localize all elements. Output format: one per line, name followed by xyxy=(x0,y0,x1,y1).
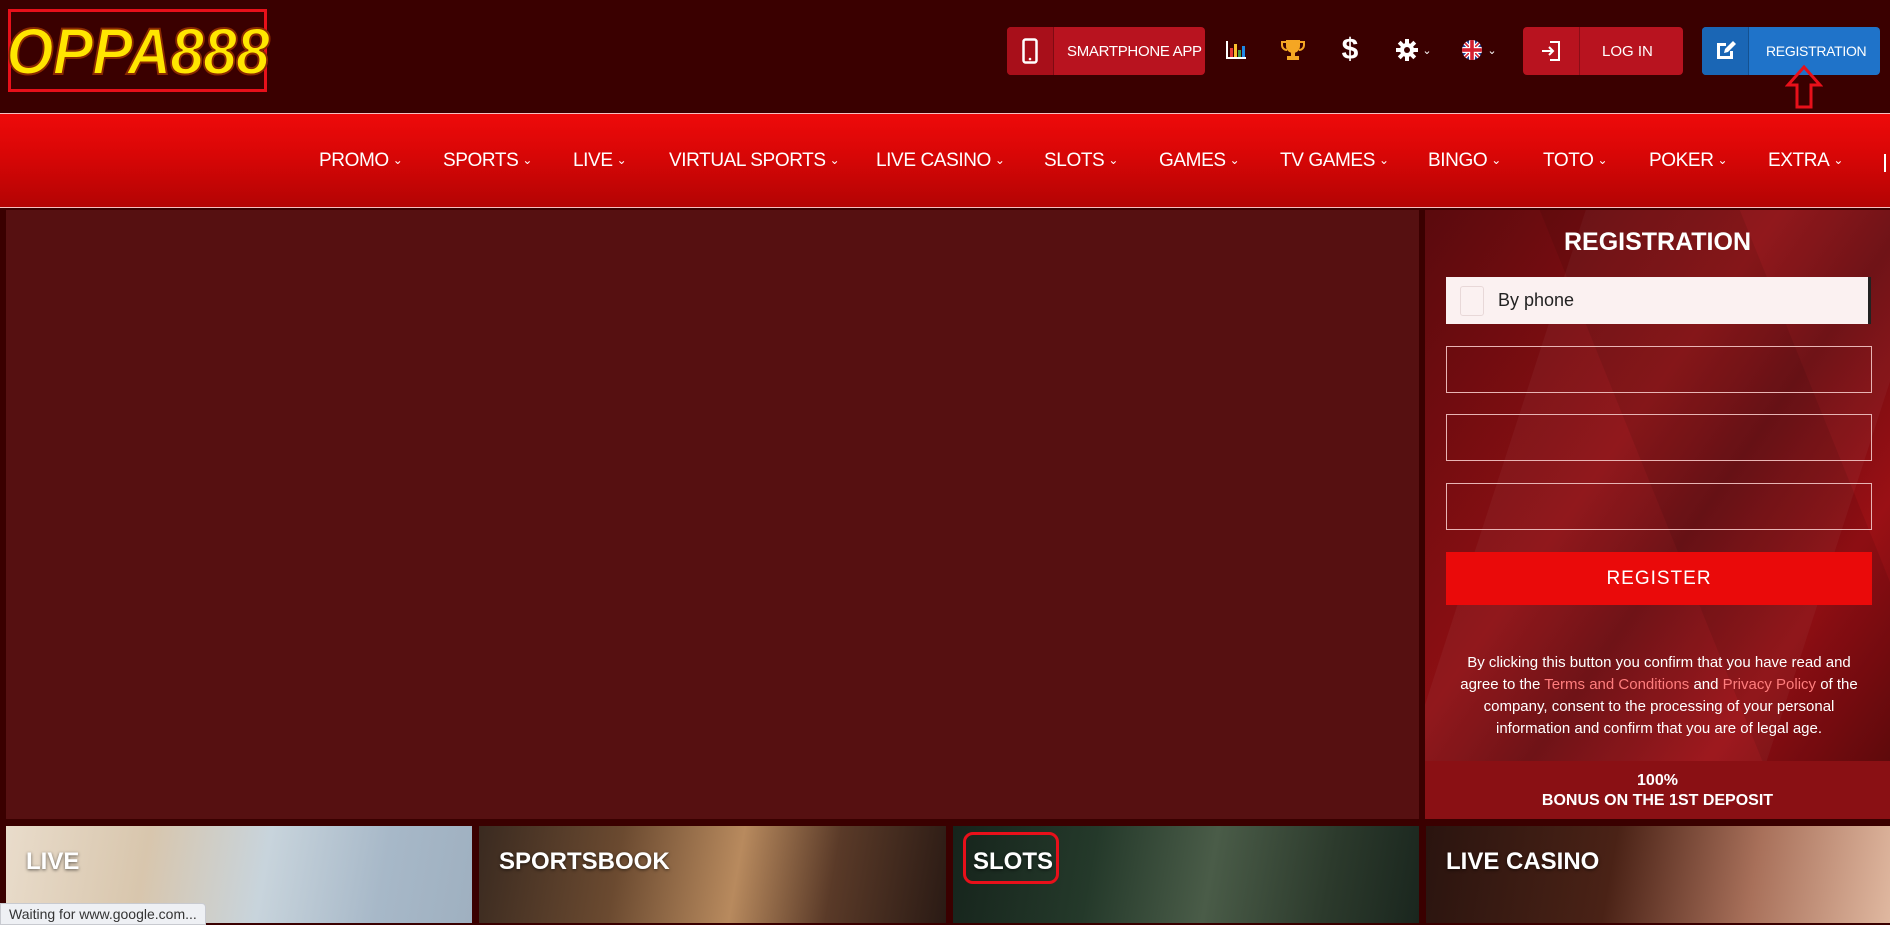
chevron-down-icon: ⌄ xyxy=(616,153,627,167)
up-arrow-annotation-icon xyxy=(1785,64,1823,109)
login-button[interactable]: LOG IN xyxy=(1523,27,1683,75)
registration-field-1[interactable] xyxy=(1446,346,1872,393)
login-label: LOG IN xyxy=(1602,42,1653,60)
nav-item-live-casino[interactable]: LIVE CASINO ⌄ xyxy=(876,150,1005,172)
slots-highlight-annotation xyxy=(963,832,1059,884)
chevron-down-icon: ⌄ xyxy=(829,153,840,167)
trophy-icon[interactable] xyxy=(1273,32,1313,68)
hero-banner xyxy=(6,210,1419,819)
site-header: OPPA888 SMARTPHONE APP $ ⌄ ⌄ LOG IN REGI… xyxy=(0,0,1890,113)
registration-method-value: By phone xyxy=(1498,290,1575,310)
chevron-down-icon: ⌄ xyxy=(392,153,403,167)
registration-method-select[interactable]: By phone xyxy=(1446,277,1871,324)
registration-label: REGISTRATION xyxy=(1766,43,1867,59)
registration-terms: By clicking this button you confirm that… xyxy=(1460,654,1858,737)
registration-title: REGISTRATION xyxy=(1563,228,1752,256)
nav-item-sports[interactable]: SPORTS ⌄ xyxy=(443,150,532,172)
smartphone-app-button[interactable]: SMARTPHONE APP xyxy=(1007,27,1205,75)
site-logo[interactable]: OPPA888 xyxy=(5,9,271,92)
registration-field-2[interactable] xyxy=(1446,414,1872,461)
language-flag-icon[interactable]: ⌄ xyxy=(1453,32,1505,68)
nav-item-games[interactable]: GAMES ⌄ xyxy=(1159,150,1240,172)
deposit-bonus-banner[interactable]: 100% BONUS ON THE 1ST DEPOSIT xyxy=(1425,761,1890,819)
privacy-policy-link[interactable]: Privacy Policy xyxy=(1723,676,1816,693)
nav-item-slots[interactable]: SLOTS ⌄ xyxy=(1044,150,1118,172)
chevron-down-icon: ⌄ xyxy=(522,153,533,167)
nav-item-extra[interactable]: EXTRA ⌄ xyxy=(1768,150,1843,172)
bonus-description: BONUS ON THE 1ST DEPOSIT xyxy=(1541,792,1774,809)
chevron-down-icon: ⌄ xyxy=(1378,153,1389,167)
chevron-down-icon: ⌄ xyxy=(994,153,1005,167)
registration-field-3[interactable] xyxy=(1446,483,1872,530)
chevron-down-icon: ⌄ xyxy=(1491,153,1501,167)
terms-and-conditions-link[interactable]: Terms and Conditions xyxy=(1544,676,1689,693)
chevron-down-icon: ⌄ xyxy=(1717,153,1728,167)
registration-panel: REGISTRATION By phone REGISTER By clicki… xyxy=(1425,210,1890,819)
tile-label: SPORTSBOOK xyxy=(499,848,670,875)
statistics-icon[interactable] xyxy=(1216,32,1256,68)
nav-item-poker[interactable]: POKER ⌄ xyxy=(1649,150,1728,172)
login-icon xyxy=(1523,27,1580,75)
settings-icon[interactable]: ⌄ xyxy=(1388,32,1440,68)
phone-icon xyxy=(1460,285,1484,316)
tile-label: LIVE xyxy=(26,848,80,875)
logo-text: OPPA888 xyxy=(5,13,270,88)
browser-status-bar: Waiting for www.google.com... xyxy=(0,903,206,925)
tile-label: LIVE CASINO xyxy=(1446,848,1600,875)
nav-item-bingo[interactable]: BINGO ⌄ xyxy=(1428,150,1501,172)
bonus-percent: 100% xyxy=(1637,772,1678,789)
nav-item-live[interactable]: LIVE ⌄ xyxy=(573,150,627,172)
register-button[interactable]: REGISTER xyxy=(1446,552,1872,605)
chevron-down-icon: ⌄ xyxy=(1108,153,1118,167)
chevron-down-icon: ⌄ xyxy=(1229,153,1240,167)
smartphone-icon xyxy=(1007,27,1054,75)
chevron-down-icon: ⌄ xyxy=(1487,44,1497,57)
nav-item-promo[interactable]: PROMO ⌄ xyxy=(319,150,403,172)
dollar-icon[interactable]: $ xyxy=(1330,32,1370,68)
tile-live-casino[interactable]: LIVE CASINO xyxy=(1426,826,1890,923)
nav-item-toto[interactable]: TOTO ⌄ xyxy=(1543,150,1608,172)
tile-sportsbook[interactable]: SPORTSBOOK xyxy=(479,826,946,923)
chevron-down-icon: ⌄ xyxy=(1422,44,1432,57)
nav-item-virtual-sports[interactable]: VIRTUAL SPORTS ⌄ xyxy=(669,150,840,172)
smartphone-app-label: SMARTPHONE APP xyxy=(1067,42,1202,60)
chevron-down-icon: ⌄ xyxy=(1597,153,1608,167)
main-navigation: PROMO ⌄ SPORTS ⌄ LIVE ⌄ VIRTUAL SPORTS ⌄ LIV… xyxy=(0,113,1890,208)
nav-item-tv-games[interactable]: TV GAMES ⌄ xyxy=(1280,150,1389,172)
nav-divider xyxy=(1884,154,1886,172)
edit-icon xyxy=(1702,27,1749,75)
chevron-down-icon: ⌄ xyxy=(1833,153,1844,167)
